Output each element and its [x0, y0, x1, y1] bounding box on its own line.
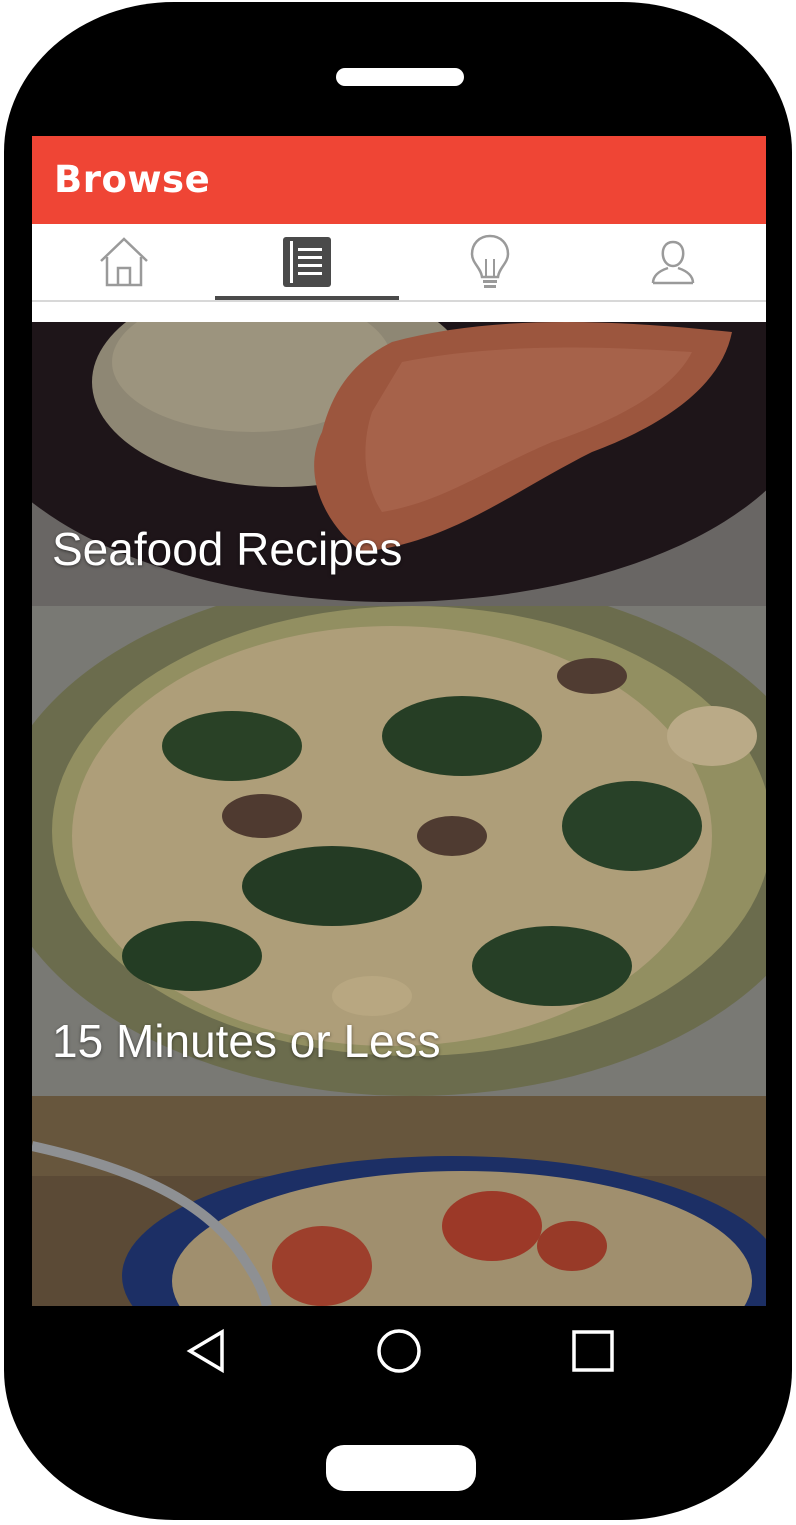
home-circle-icon[interactable]: [374, 1326, 424, 1376]
home-icon: [99, 237, 148, 287]
system-nav-bar: [32, 1306, 766, 1394]
card-title: Seafood Recipes: [52, 523, 403, 575]
recents-icon[interactable]: [568, 1326, 618, 1376]
hardware-home-button[interactable]: [326, 1445, 476, 1491]
page-title: Browse: [54, 158, 211, 201]
category-card-seafood[interactable]: Seafood Recipes: [32, 322, 766, 606]
tab-profile[interactable]: [581, 224, 764, 300]
card-title: 15 Minutes or Less: [52, 1015, 441, 1067]
app-bar: Browse: [32, 136, 766, 224]
app-screen: Browse Seafood Recipes 15 Minutes or Les…: [32, 136, 766, 1306]
tab-bar: [32, 224, 766, 302]
speaker-grille: [336, 68, 464, 86]
tab-home[interactable]: [32, 224, 215, 300]
recipe-feed: Seafood Recipes 15 Minutes or Less: [32, 322, 766, 1306]
tab-ideas[interactable]: [398, 224, 581, 300]
list-icon: [282, 237, 331, 287]
lightbulb-icon: [470, 234, 509, 288]
tab-selected-indicator: [215, 296, 399, 300]
back-icon[interactable]: [182, 1326, 232, 1376]
pasta-tomato-photo: [32, 1096, 766, 1306]
user-icon: [651, 240, 694, 285]
category-card-quick[interactable]: 15 Minutes or Less: [32, 606, 766, 1096]
category-card-more[interactable]: [32, 1096, 766, 1306]
tab-browse[interactable]: [215, 224, 398, 300]
